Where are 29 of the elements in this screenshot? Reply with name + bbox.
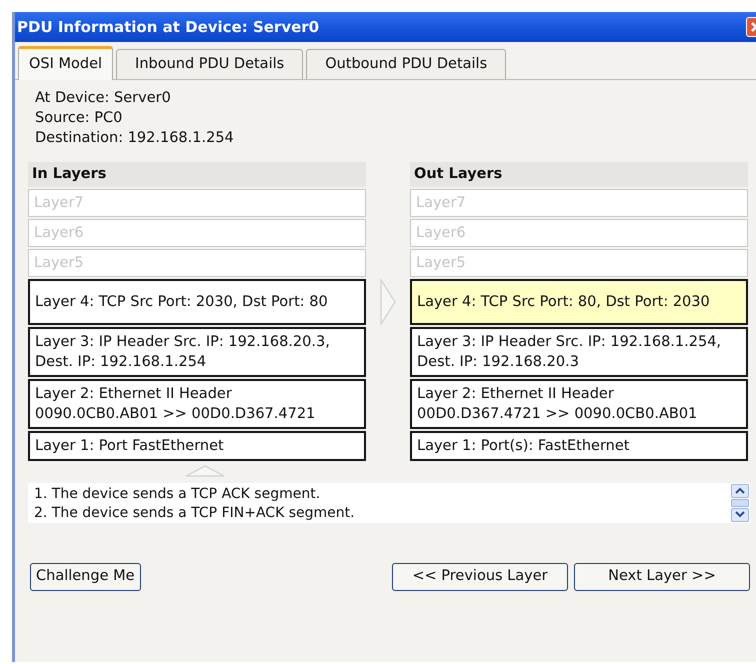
layer-row[interactable]: Layer 1: Port FastEthernet bbox=[28, 430, 366, 461]
nav-button[interactable]: << Previous Layer bbox=[392, 562, 568, 590]
scroll-thumb[interactable] bbox=[731, 498, 749, 507]
nav-button[interactable]: Next Layer >> bbox=[574, 562, 750, 590]
up-arrow-icon bbox=[185, 464, 225, 477]
layer-row[interactable]: Layer 4: TCP Src Port: 2030, Dst Port: 80 bbox=[28, 278, 366, 325]
scroll-down-button[interactable] bbox=[731, 508, 749, 522]
tab[interactable]: OSI Model bbox=[18, 46, 114, 80]
column-heading: In Layers bbox=[28, 162, 366, 187]
tab[interactable]: Inbound PDU Details bbox=[116, 49, 304, 79]
column-heading: Out Layers bbox=[410, 162, 748, 187]
action-button[interactable]: Challenge Me bbox=[30, 562, 141, 590]
info-text: At Device: Server0 bbox=[35, 89, 172, 108]
chevron-up-icon bbox=[735, 487, 745, 494]
layer-row[interactable]: Layer 3: IP Header Src. IP: 192.168.1.254, Dest. IP: 192.168.20.3 bbox=[410, 326, 748, 377]
chevron-down-icon bbox=[735, 511, 745, 518]
layer-row[interactable]: Layer 1: Port(s): FastEthernet bbox=[410, 430, 748, 461]
right-arrow-icon bbox=[380, 278, 396, 325]
step-text: 2. The device sends a TCP FIN+ACK segment. bbox=[34, 504, 356, 523]
tab[interactable]: Outbound PDU Details bbox=[306, 49, 506, 79]
layer-row[interactable]: Layer 3: IP Header Src. IP: 192.168.20.3, Dest. IP: 192.168.1.254 bbox=[28, 326, 366, 377]
layer-row[interactable]: Layer 4: TCP Src Port: 80, Dst Port: 2030 bbox=[410, 278, 748, 325]
layer-row[interactable]: Layer 2: Ethernet II Header 0090.0CB0.AB01 >> 00D0.D367.4721 bbox=[28, 378, 366, 429]
info-text: Destination: 192.168.1.254 bbox=[35, 129, 235, 148]
window-title: PDU Information at Device: Server0 bbox=[17, 16, 320, 38]
info-text: Source: PC0 bbox=[35, 109, 124, 128]
step-text: 1. The device sends a TCP ACK segment. bbox=[34, 484, 322, 504]
layer-row[interactable]: Layer 2: Ethernet II Header 00D0.D367.4721 >> 0090.0CB0.AB01 bbox=[410, 378, 748, 429]
scroll-up-button[interactable] bbox=[731, 484, 749, 498]
